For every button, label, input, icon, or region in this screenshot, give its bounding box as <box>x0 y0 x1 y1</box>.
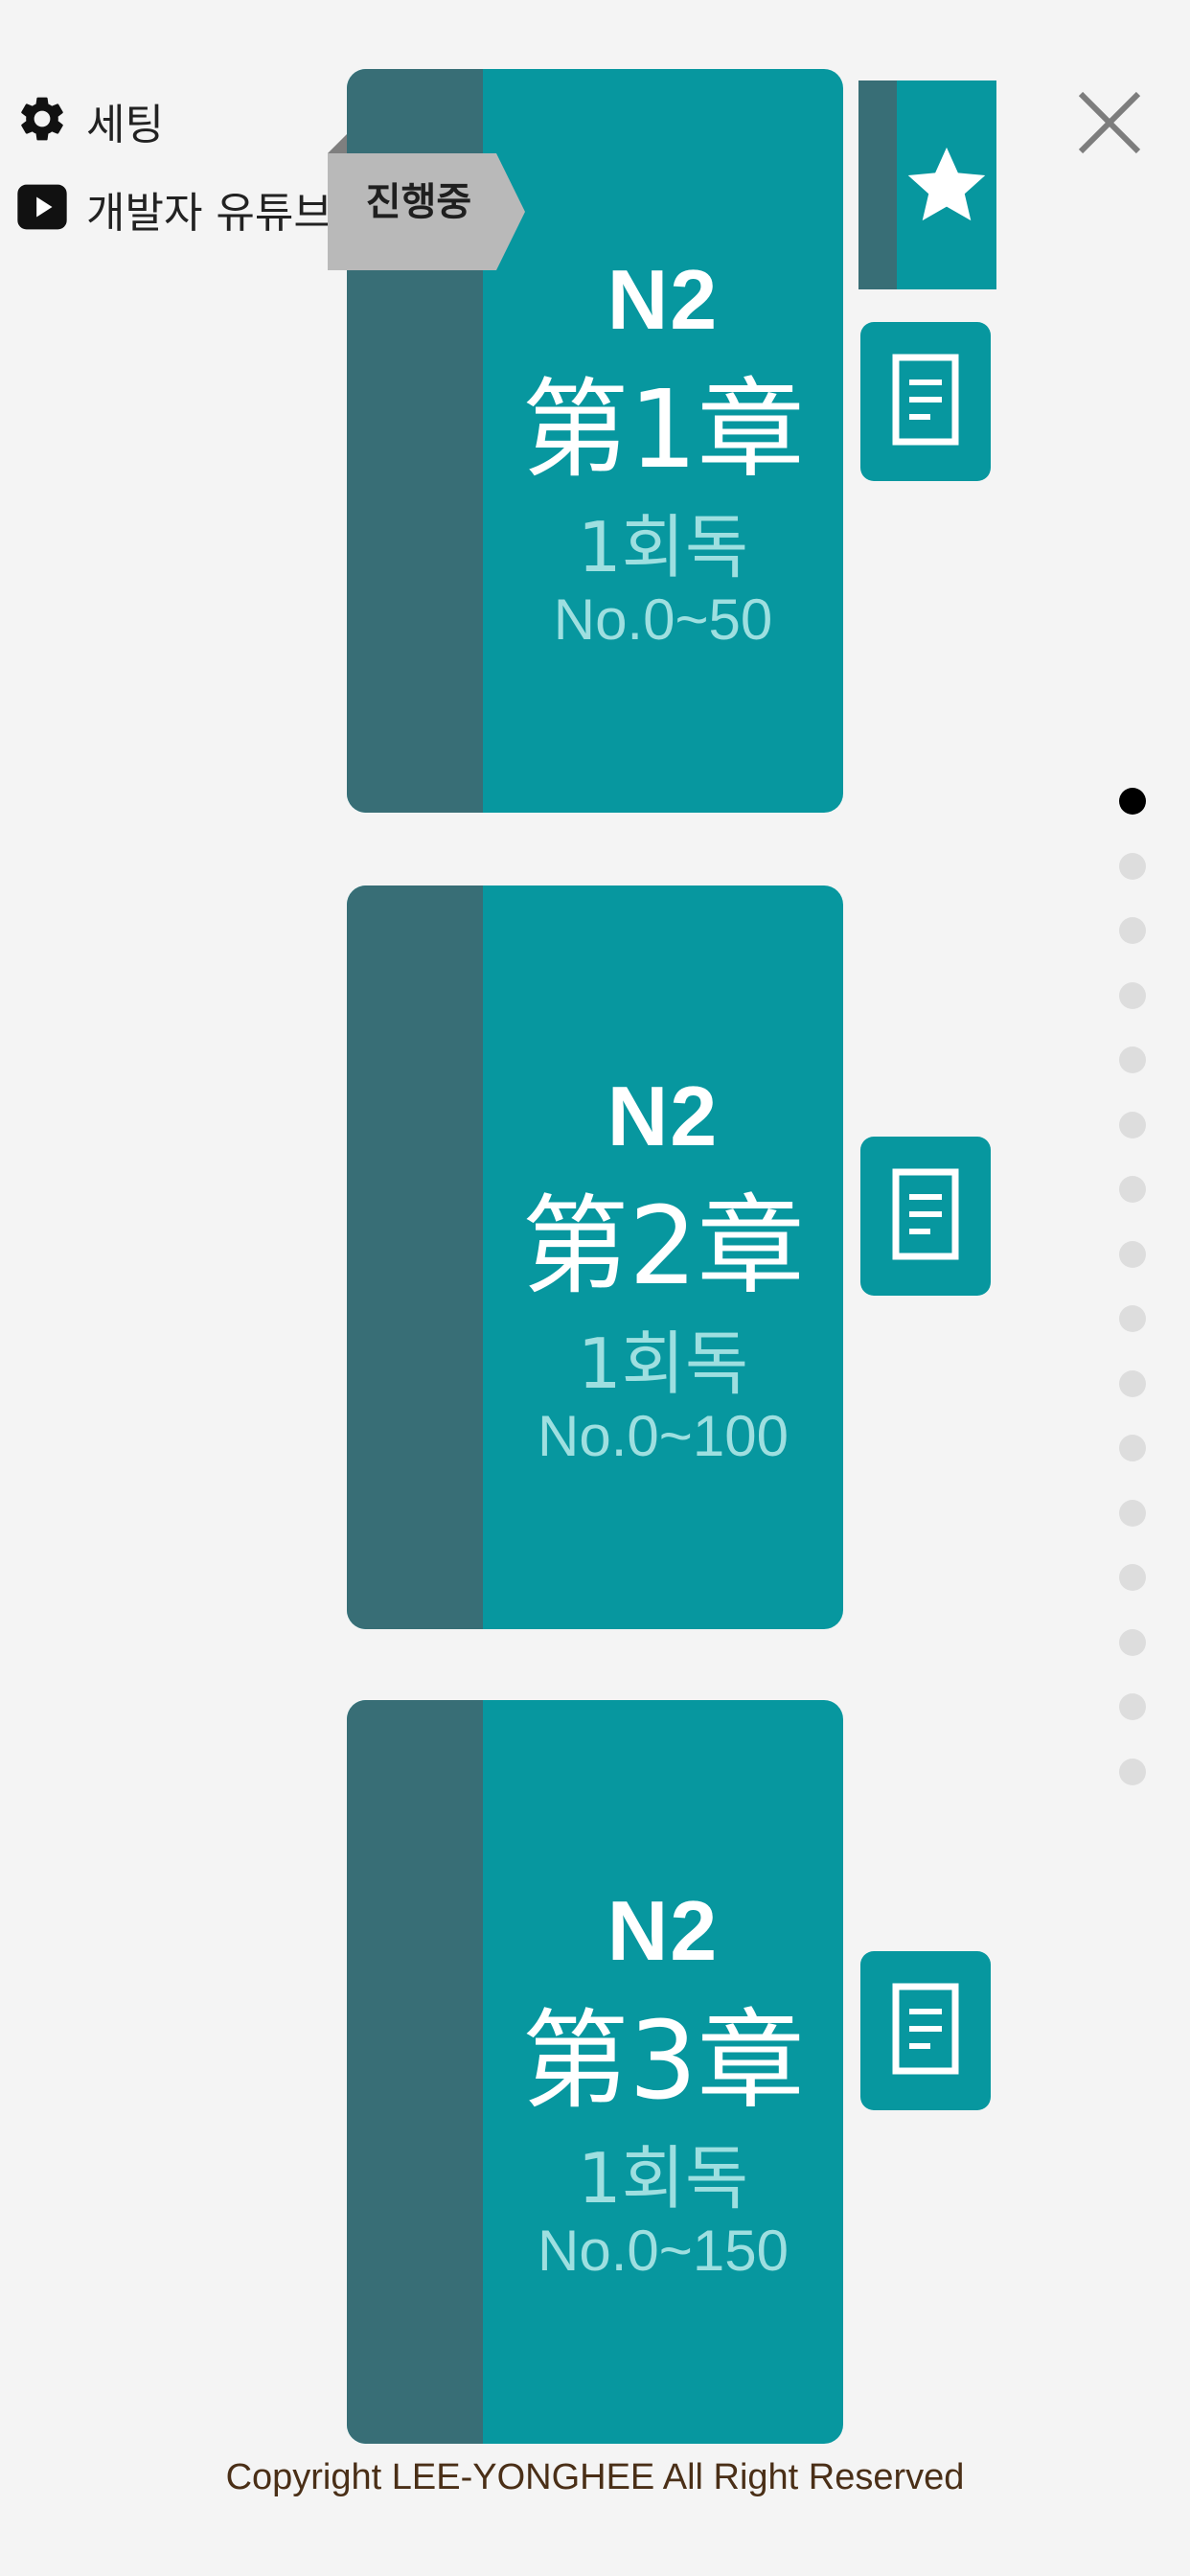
book-chapter-title: 第1章 <box>521 368 805 493</box>
page-dot-12[interactable] <box>1119 1499 1146 1527</box>
page-dot-2[interactable] <box>1119 852 1146 880</box>
book-word-range: No.0~150 <box>538 2219 789 2283</box>
developer-youtube-button[interactable]: 개발자 유튜브 <box>15 178 332 240</box>
page-dot-4[interactable] <box>1119 981 1146 1009</box>
page-dot-7[interactable] <box>1119 1176 1146 1203</box>
close-icon <box>1064 91 1156 172</box>
page-dot-6[interactable] <box>1119 1111 1146 1138</box>
page-dot-15[interactable] <box>1119 1693 1146 1720</box>
memo-button-1[interactable] <box>860 322 991 481</box>
gear-icon <box>15 92 69 150</box>
page-dot-14[interactable] <box>1119 1628 1146 1656</box>
page-dot-13[interactable] <box>1119 1564 1146 1591</box>
document-icon <box>892 1983 959 2079</box>
close-button[interactable] <box>1064 77 1156 169</box>
book-level: N2 <box>606 1883 720 1978</box>
book-spine <box>347 886 483 1629</box>
book-cover: N2 第3章 1회독 No.0~150 <box>483 1700 843 2444</box>
in-progress-badge: 진행중 <box>365 180 472 224</box>
book-read-round: 1회독 <box>577 2138 749 2219</box>
book-cover: N2 第1章 1회독 No.0~50 <box>483 69 843 813</box>
memo-button-2[interactable] <box>860 1137 991 1296</box>
copyright-text: Copyright LEE-YONGHEE All Right Reserved <box>225 2457 965 2497</box>
page-dot-3[interactable] <box>1119 917 1146 944</box>
document-icon <box>892 1168 959 1264</box>
developer-youtube-label: 개발자 유튜브 <box>86 189 332 238</box>
chapter-book-3[interactable]: N2 第3章 1회독 No.0~150 <box>347 1700 843 2444</box>
book-word-range: No.0~50 <box>553 587 773 652</box>
settings-button[interactable]: 세팅 <box>15 90 164 151</box>
book-cover: N2 第2章 1회독 No.0~100 <box>483 886 843 1629</box>
page-dot-9[interactable] <box>1119 1305 1146 1332</box>
settings-label: 세팅 <box>86 101 164 150</box>
page-dot-8[interactable] <box>1119 1240 1146 1268</box>
book-word-range: No.0~100 <box>538 1404 789 1468</box>
book-chapter-title: 第2章 <box>521 1184 805 1309</box>
page-dot-10[interactable] <box>1119 1369 1146 1397</box>
page-dot-1[interactable] <box>1119 788 1146 815</box>
page-dot-5[interactable] <box>1119 1046 1146 1073</box>
page-dot-11[interactable] <box>1119 1435 1146 1461</box>
play-icon <box>15 180 69 238</box>
book-read-round: 1회독 <box>577 1323 749 1404</box>
memo-button-3[interactable] <box>860 1951 991 2110</box>
book-read-round: 1회독 <box>577 507 749 587</box>
book-level: N2 <box>606 252 720 347</box>
star-icon <box>897 80 996 289</box>
document-icon <box>892 354 959 449</box>
favorite-button-spine <box>858 80 897 289</box>
book-spine <box>347 1700 483 2444</box>
favorite-button[interactable] <box>858 80 996 289</box>
book-chapter-title: 第3章 <box>521 1999 805 2124</box>
book-level: N2 <box>606 1069 720 1163</box>
chapter-book-2[interactable]: N2 第2章 1회독 No.0~100 <box>347 886 843 1629</box>
page-dot-16[interactable] <box>1119 1758 1146 1785</box>
chapter-list-screen: 세팅 개발자 유튜브 N2 第1章 1회독 No.0~50 진행중 N2 第2章… <box>0 0 1190 2576</box>
